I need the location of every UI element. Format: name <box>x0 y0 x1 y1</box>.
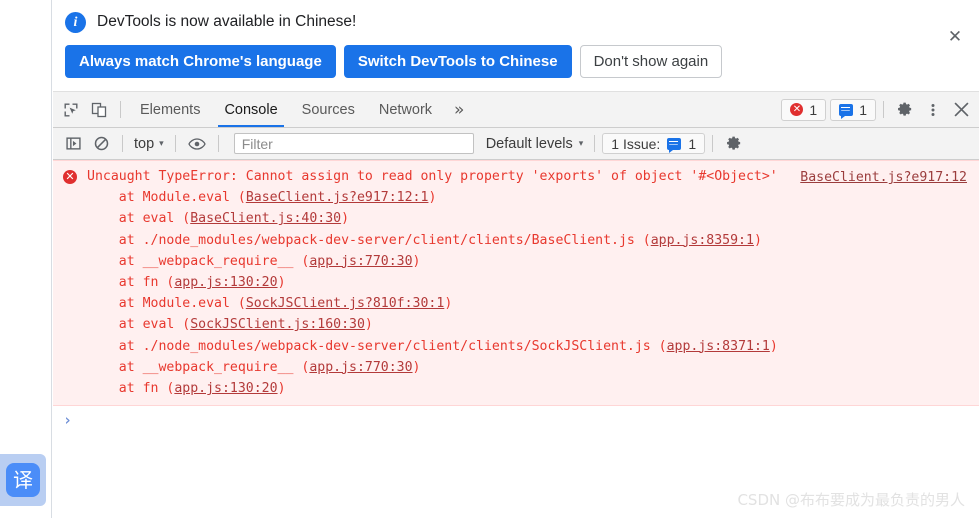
console-sidebar-icon[interactable] <box>59 130 87 158</box>
stack-frame-link[interactable]: app.js:8371:1 <box>667 339 770 354</box>
issues-chip[interactable]: 1 Issue: 1 <box>602 133 706 154</box>
error-message-text: Uncaught TypeError: Cannot assign to rea… <box>87 169 778 397</box>
console-error-entry[interactable]: ✕ Uncaught TypeError: Cannot assign to r… <box>53 160 979 407</box>
translate-widget-button[interactable]: 译 <box>0 454 46 506</box>
console-toolbar-divider <box>122 135 123 152</box>
console-prompt-row[interactable]: › <box>53 406 979 437</box>
banner-message-row: i DevTools is now available in Chinese! <box>65 9 967 35</box>
console-filter-input[interactable] <box>233 133 474 154</box>
error-source-link[interactable]: BaseClient.js?e917:12 <box>800 167 967 188</box>
devtools-tabbar: Elements Console Sources Network » ✕ 1 1 <box>53 92 979 128</box>
banner-message: DevTools is now available in Chinese! <box>97 13 357 30</box>
message-count-label: 1 <box>859 101 867 118</box>
devtools-window: i DevTools is now available in Chinese! … <box>53 0 979 518</box>
error-icon: ✕ <box>790 103 804 116</box>
execution-context-select[interactable]: top ▾ <box>130 136 168 152</box>
stack-frame-link[interactable]: app.js:8359:1 <box>651 233 754 248</box>
log-levels-label: Default levels <box>485 135 573 152</box>
page-root: 译 i DevTools is now available in Chinese… <box>0 0 979 518</box>
info-icon: i <box>65 11 86 33</box>
message-bubble-icon <box>667 137 682 153</box>
tab-console[interactable]: Console <box>212 93 289 127</box>
device-toolbar-icon[interactable] <box>85 96 113 124</box>
stack-frame-link[interactable]: BaseClient.js:40:30 <box>190 211 341 226</box>
log-levels-select[interactable]: Default levels ▾ <box>482 136 588 152</box>
error-count-label: 1 <box>809 101 818 118</box>
language-banner: i DevTools is now available in Chinese! … <box>53 0 979 92</box>
stack-frame-link[interactable]: app.js:770:30 <box>309 254 412 269</box>
toolbar-divider-2 <box>883 101 884 118</box>
issues-count: 1 <box>688 135 697 152</box>
live-expression-icon[interactable] <box>183 130 211 158</box>
gear-icon[interactable] <box>891 96 919 124</box>
tab-elements[interactable]: Elements <box>128 93 212 127</box>
toolbar-divider <box>120 101 121 118</box>
console-settings-gear-icon[interactable] <box>720 130 748 158</box>
always-match-language-button[interactable]: Always match Chrome's language <box>65 45 336 78</box>
prompt-caret-icon: › <box>63 411 73 430</box>
stack-frame-link[interactable]: app.js:130:20 <box>174 381 277 396</box>
translate-icon: 译 <box>6 463 40 497</box>
host-page-gutter <box>0 0 52 518</box>
stack-frame-link[interactable]: BaseClient.js?e917:12:1 <box>246 190 429 205</box>
console-body: ✕ Uncaught TypeError: Cannot assign to r… <box>53 160 979 518</box>
more-tabs-icon[interactable]: » <box>444 100 474 120</box>
tab-network[interactable]: Network <box>367 93 444 127</box>
error-icon: ✕ <box>63 170 77 184</box>
chevron-down-icon: ▾ <box>159 138 164 149</box>
switch-devtools-language-button[interactable]: Switch DevTools to Chinese <box>343 45 572 78</box>
message-count-chip[interactable]: 1 <box>830 98 876 121</box>
stack-frame-link[interactable]: SockJSClient.js:160:30 <box>190 317 365 332</box>
console-toolbar-divider-3 <box>217 135 219 152</box>
tab-sources[interactable]: Sources <box>290 93 367 127</box>
inspect-element-icon[interactable] <box>57 96 85 124</box>
stack-frame-link[interactable]: app.js:130:20 <box>174 275 277 290</box>
message-bubble-icon <box>839 103 854 119</box>
dont-show-again-button[interactable]: Don't show again <box>579 45 723 78</box>
console-filter-toolbar: top ▾ Default levels ▾ 1 Issue: 1 <box>53 128 979 160</box>
error-count-chip[interactable]: ✕ 1 <box>781 98 827 121</box>
console-toolbar-divider-2 <box>174 135 176 152</box>
kebab-menu-icon[interactable] <box>919 96 947 124</box>
close-icon[interactable]: ✕ <box>944 26 966 48</box>
close-devtools-icon[interactable] <box>947 96 975 124</box>
stack-frame-link[interactable]: app.js:770:30 <box>309 360 412 375</box>
csdn-watermark: CSDN @布布要成为最负责的男人 <box>737 491 965 509</box>
clear-console-icon[interactable] <box>87 130 115 158</box>
execution-context-label: top <box>134 135 155 152</box>
issues-label: 1 Issue: <box>611 135 661 152</box>
banner-button-row: Always match Chrome's language Switch De… <box>65 45 967 78</box>
chevron-down-icon: ▾ <box>578 138 584 149</box>
console-toolbar-divider-5 <box>712 135 714 152</box>
stack-frame-link[interactable]: SockJSClient.js?810f:30:1 <box>246 296 445 311</box>
console-toolbar-divider-4 <box>594 135 596 152</box>
